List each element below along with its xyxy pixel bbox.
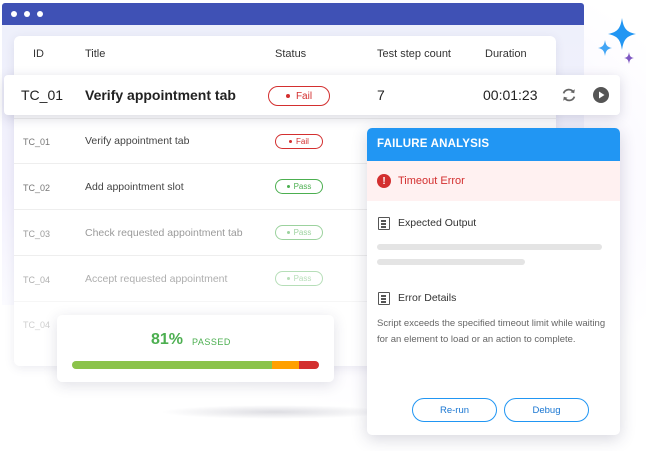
status-badge-pass: Pass: [275, 179, 323, 194]
error-details-title: Error Details: [398, 292, 457, 304]
row-title[interactable]: Add appointment slot: [85, 181, 184, 193]
status-label: Fail: [296, 137, 309, 146]
error-message: Timeout Error: [398, 175, 465, 187]
error-icon: !: [377, 174, 391, 188]
ground-shadow: [160, 405, 390, 419]
document-icon: [378, 292, 390, 305]
progress-segment-pass: [72, 361, 273, 369]
row-id: TC_04: [23, 275, 51, 285]
header-id: ID: [33, 48, 44, 60]
status-badge-pass: Pass: [275, 225, 323, 240]
status-badge-fail: Fail: [268, 86, 330, 106]
status-badge-pass: Pass: [275, 271, 323, 286]
refresh-icon[interactable]: [560, 86, 578, 104]
row-title[interactable]: Check requested appointment tab: [85, 227, 243, 239]
failure-analysis-panel: FAILURE ANALYSIS ! Timeout Error Expecte…: [367, 128, 620, 435]
progress-segment-fail: [299, 361, 319, 369]
status-dot: [286, 185, 290, 188]
debug-button[interactable]: Debug: [504, 398, 589, 422]
header-duration: Duration: [485, 48, 527, 60]
window-dot: [11, 11, 17, 17]
header-steps: Test step count: [377, 48, 451, 60]
sparkle-icon: [598, 18, 636, 64]
pass-progress-bar: [72, 361, 319, 369]
status-dot: [289, 140, 293, 143]
step-count: 7: [377, 87, 385, 103]
status-dot: [286, 277, 290, 280]
highlighted-row-id: TC_01: [21, 87, 64, 103]
row-id: TC_03: [23, 229, 51, 239]
row-id: TC_01: [23, 137, 51, 147]
status-label: Pass: [293, 182, 312, 191]
header-status: Status: [275, 48, 307, 60]
status-badge-fail: Fail: [275, 134, 323, 149]
rerun-button[interactable]: Re-run: [412, 398, 497, 422]
row-id: TC_04: [23, 320, 51, 330]
play-icon[interactable]: [592, 86, 610, 104]
highlighted-test-row[interactable]: TC_01 Verify appointment tab Fail 7 00:0…: [4, 75, 620, 115]
error-banner: ! Timeout Error: [367, 161, 620, 201]
pass-summary-card: 81% PASSED: [57, 315, 334, 382]
status-dot: [285, 94, 290, 98]
pass-label: PASSED: [192, 337, 231, 347]
status-dot: [286, 231, 290, 234]
row-id: TC_02: [23, 183, 51, 193]
panel-title: FAILURE ANALYSIS: [367, 128, 620, 161]
status-label: Pass: [293, 228, 312, 237]
highlighted-row-title: Verify appointment tab: [85, 87, 236, 103]
status-label: Fail: [295, 90, 313, 102]
row-title[interactable]: Accept requested appointment: [85, 273, 227, 285]
placeholder-line: [377, 244, 602, 250]
window-dot: [37, 11, 43, 17]
duration: 00:01:23: [483, 87, 538, 103]
expected-output-title: Expected Output: [398, 217, 477, 229]
header-title: Title: [85, 48, 106, 60]
window-dot: [24, 11, 30, 17]
progress-segment-warn: [272, 361, 300, 369]
document-icon: [378, 217, 390, 230]
placeholder-line: [377, 259, 525, 265]
browser-titlebar: [2, 3, 584, 25]
row-title[interactable]: Verify appointment tab: [85, 135, 189, 147]
row-divider: [14, 118, 556, 119]
status-label: Pass: [293, 274, 312, 283]
error-details-text: Script exceeds the specified timeout lim…: [377, 318, 606, 345]
pass-percentage: 81%: [151, 331, 184, 348]
